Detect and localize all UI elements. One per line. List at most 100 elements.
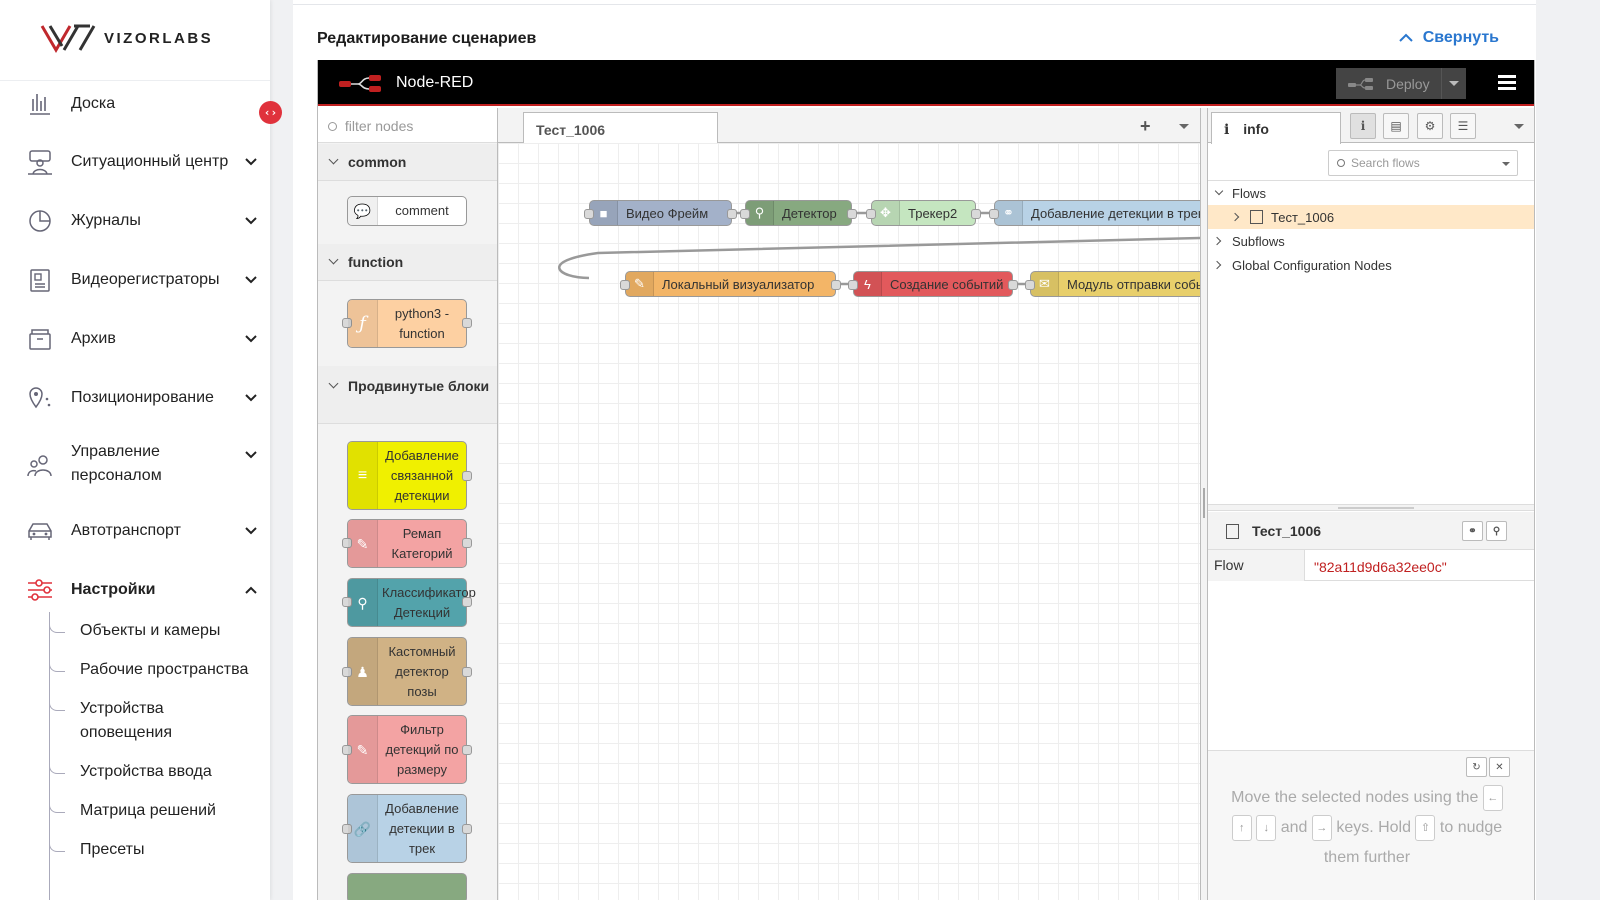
link-icon: ⚭	[995, 201, 1023, 225]
flow-node-add-detection-track[interactable]: ⚭ Добавление детекции в трек	[989, 200, 1200, 226]
output-port[interactable]	[462, 667, 472, 677]
caret-down-icon[interactable]	[1502, 162, 1510, 166]
collapse-link[interactable]: Свернуть	[1399, 29, 1499, 47]
nav-item-archive[interactable]: Архив	[0, 327, 270, 351]
flow-node-video-frame[interactable]: ■ Видео Фрейм	[584, 200, 737, 226]
palette-node-add-detection-track[interactable]: 🔗 Добавление детекции в трек	[342, 794, 472, 863]
output-port[interactable]	[1008, 280, 1018, 290]
tree-label: Flows	[1232, 185, 1266, 201]
add-flow-icon[interactable]: +	[1140, 116, 1151, 137]
output-port[interactable]	[462, 471, 472, 481]
output-port[interactable]	[462, 538, 472, 548]
refresh-icon[interactable]: ↻	[1466, 757, 1487, 777]
tree-item-flow[interactable]: Тест_1006	[1208, 205, 1534, 229]
input-port[interactable]	[1025, 280, 1035, 290]
input-port[interactable]	[989, 209, 999, 219]
palette-node-linked-detection[interactable]: ≡ Добавление связанной детекции	[347, 441, 472, 510]
workspace-splitter[interactable]	[1200, 108, 1208, 900]
chevron-up-icon	[245, 586, 257, 594]
close-icon[interactable]: ✕	[1489, 757, 1510, 777]
node-red-logo-icon	[339, 75, 381, 92]
settings-subitem-presets[interactable]: Пресеты	[80, 838, 145, 862]
tip-fragment: keys. Hold	[1336, 819, 1412, 836]
output-port[interactable]	[847, 209, 857, 219]
nav-item-staff[interactable]: Управление персоналом	[0, 440, 270, 488]
nav-item-settings[interactable]: Настройки	[0, 578, 270, 602]
node-red-header: Node-RED Deploy	[318, 60, 1534, 106]
tab-flow[interactable]: Тест_1006	[523, 112, 718, 144]
hamburger-menu-icon[interactable]	[1498, 75, 1516, 91]
settings-subitem-workspaces[interactable]: Рабочие пространства	[80, 658, 248, 682]
input-port[interactable]	[866, 209, 876, 219]
link-icon[interactable]: ⚭	[1462, 521, 1483, 541]
database-icon[interactable]: ☰	[1450, 113, 1476, 139]
output-port[interactable]	[462, 745, 472, 755]
nav-item-board[interactable]: Доска	[0, 92, 270, 116]
input-port[interactable]	[740, 209, 750, 219]
output-port[interactable]	[971, 209, 981, 219]
input-port[interactable]	[848, 280, 858, 290]
nav-item-situation-center[interactable]: Ситуационный центр	[0, 150, 270, 175]
palette-node-size-filter[interactable]: ✎ Фильтр детекций по размеру	[342, 715, 472, 784]
flow-workspace: Тест_1006 + ■ Видео Фрейм ⚲ Детектор ✥ Т…	[498, 108, 1200, 900]
settings-subitem-decision-matrix[interactable]: Матрица решений	[80, 799, 216, 823]
search-placeholder: Search flows	[1351, 156, 1420, 170]
gear-icon[interactable]: ⚙	[1417, 113, 1443, 139]
settings-subitem-notification-devices[interactable]: Устройства оповещения	[80, 697, 210, 745]
properties-row-flow: Flow "82a11d9d6a32ee0c"	[1208, 550, 1534, 581]
nav-label: Ситуационный центр	[71, 153, 229, 170]
flow-node-detector[interactable]: ⚲ Детектор	[740, 200, 857, 226]
sidebar-collapse-button[interactable]: ‹›	[259, 101, 282, 124]
flow-node-local-visualizer[interactable]: ✎ Локальный визуализатор	[620, 271, 841, 297]
node-label: Локальный визуализатор	[662, 276, 815, 292]
nav-label: Позиционирование	[71, 389, 214, 406]
nav-item-vehicles[interactable]: Автотранспорт	[0, 519, 270, 543]
flow-node-send-events[interactable]: ✉ Модуль отправки событий	[1025, 271, 1200, 297]
search-icon	[328, 122, 337, 131]
palette-category-advanced[interactable]: Продвинутые блоки	[318, 366, 497, 424]
input-port[interactable]	[620, 280, 630, 290]
tab-info-label: info	[1243, 121, 1269, 137]
tree-item-subflows[interactable]: Subflows	[1208, 229, 1534, 253]
search-icon[interactable]: ⚲	[1486, 521, 1507, 541]
nav-item-video-recorders[interactable]: Видеорегистраторы	[0, 268, 270, 292]
sidebar-tabs: i info i ▤ ⚙ ☰	[1208, 108, 1534, 144]
flow-canvas[interactable]: ■ Видео Фрейм ⚲ Детектор ✥ Трекер2 ⚭ Доб…	[498, 143, 1200, 900]
help-book-icon[interactable]: ▤	[1383, 113, 1409, 139]
vizorlabs-logo[interactable]: VIZORLABS	[40, 22, 213, 54]
output-port[interactable]	[462, 597, 472, 607]
settings-subitem-objects-cameras[interactable]: Объекты и камеры	[80, 619, 220, 643]
tab-info[interactable]: i info	[1211, 112, 1341, 144]
node-label: Добавление детекции в трек	[1031, 205, 1200, 221]
input-port[interactable]	[584, 209, 594, 219]
palette-category-function[interactable]: function	[318, 244, 497, 281]
brush-icon: ✎	[626, 272, 654, 296]
output-port[interactable]	[727, 209, 737, 219]
caret-down-icon[interactable]	[1179, 124, 1189, 129]
caret-down-icon[interactable]	[1449, 81, 1459, 86]
tree-item-flows[interactable]: Flows	[1208, 181, 1534, 205]
nav-item-journals[interactable]: Журналы	[0, 209, 270, 233]
palette-node-python-function[interactable]: ƒ python3 - function	[342, 299, 472, 348]
search-flows-input[interactable]: Search flows	[1328, 150, 1518, 176]
flow-node-tracker2[interactable]: ✥ Трекер2	[866, 200, 981, 226]
caret-down-icon[interactable]	[1514, 124, 1524, 129]
palette-node-partial[interactable]	[347, 873, 467, 900]
info-splitter[interactable]	[1208, 504, 1534, 511]
palette-filter-input[interactable]: filter nodes	[318, 108, 497, 143]
node-label: Детектор	[782, 205, 837, 221]
deploy-button[interactable]: Deploy	[1336, 68, 1466, 99]
output-port[interactable]	[462, 824, 472, 834]
palette-node-pose-detector[interactable]: ♟ Кастомный детектор позы	[342, 637, 472, 706]
tree-item-global-config[interactable]: Global Configuration Nodes	[1208, 253, 1534, 277]
info-tab-button[interactable]: i	[1350, 113, 1376, 139]
flow-node-create-events[interactable]: ϟ Создание событий	[848, 271, 1018, 297]
palette-node-category-remap[interactable]: ✎ Ремап Категорий	[342, 519, 472, 568]
palette-node-comment[interactable]: 💬 comment	[347, 196, 467, 226]
palette-node-detection-classifier[interactable]: ⚲ Классификатор Детекций	[342, 578, 476, 627]
output-port[interactable]	[831, 280, 841, 290]
nav-item-positioning[interactable]: Позиционирование	[0, 386, 270, 410]
output-port[interactable]	[462, 318, 472, 328]
settings-subitem-input-devices[interactable]: Устройства ввода	[80, 760, 212, 784]
palette-category-common[interactable]: common	[318, 144, 497, 181]
